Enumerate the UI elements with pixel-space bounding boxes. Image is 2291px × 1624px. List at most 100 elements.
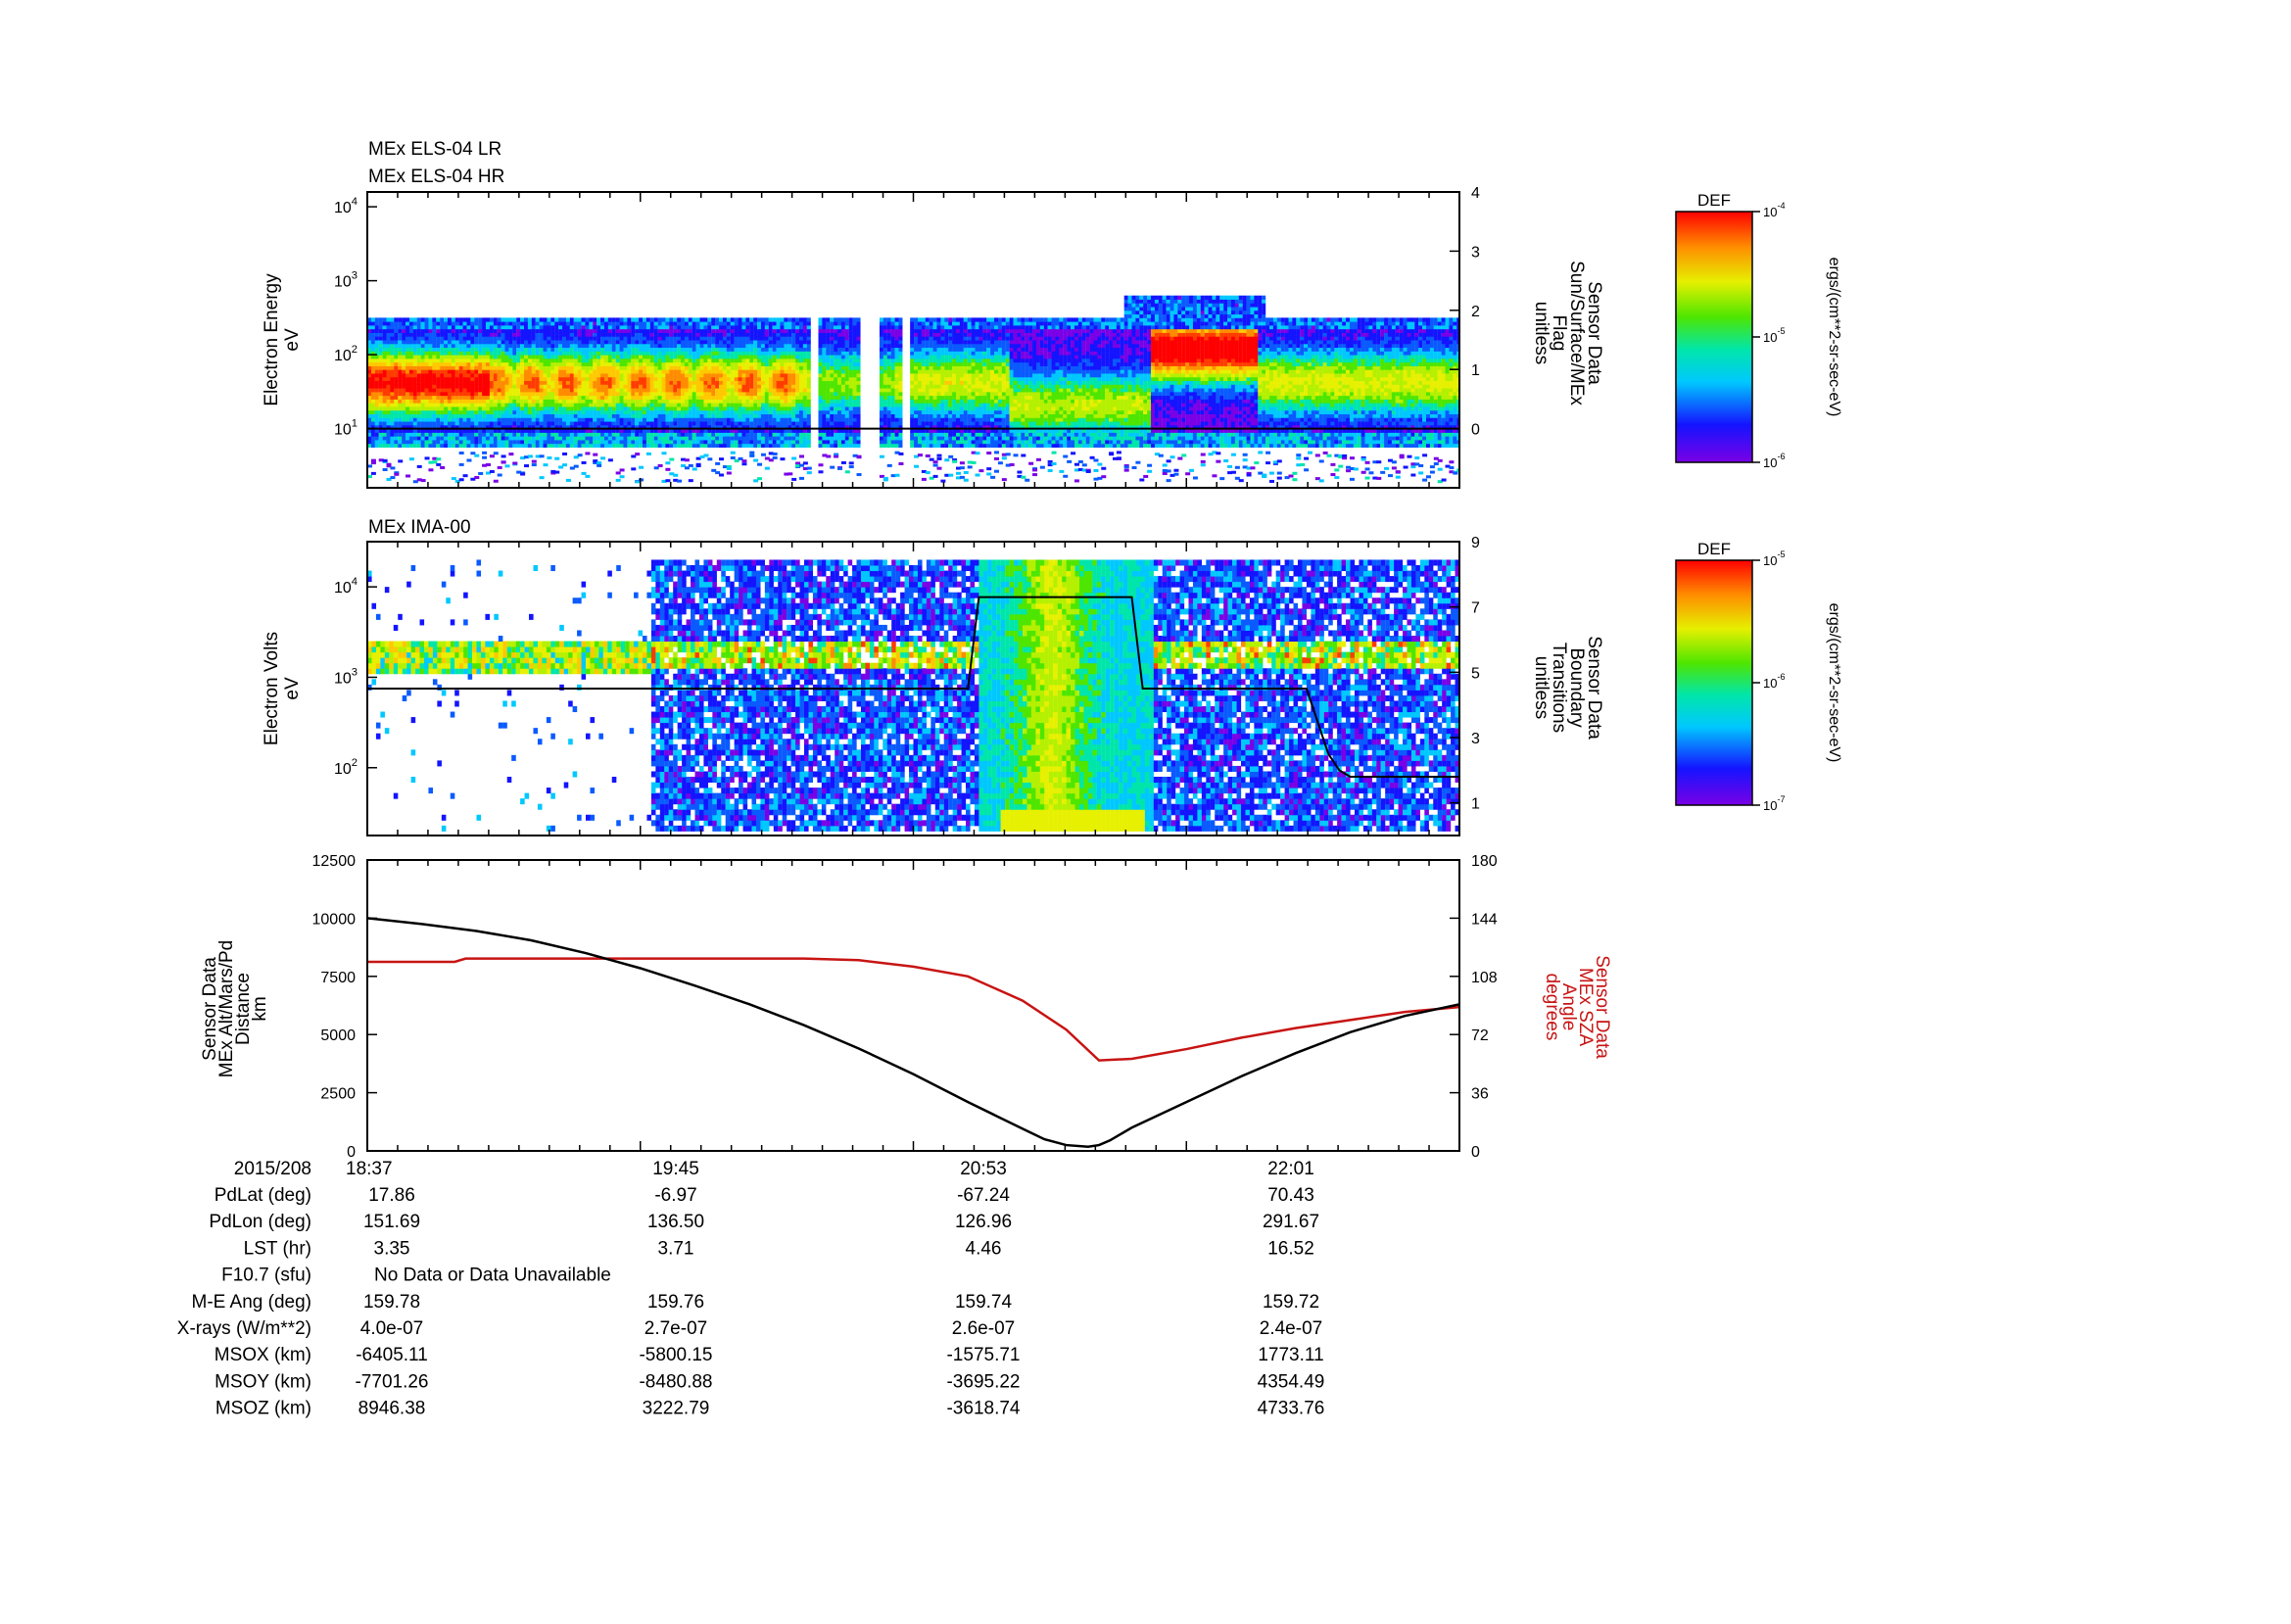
spectrogram-cell [444,361,449,366]
spectrogram-cell [527,395,532,400]
spectrogram-cell [454,409,459,414]
spectrogram-cell [688,432,692,437]
spectrogram-cell [504,321,509,326]
spectrogram-cell [565,421,570,426]
spectrogram-cell [440,443,445,448]
spectrogram-cell [914,399,919,404]
spectrogram-cell [581,369,586,374]
spectrogram-cell [692,361,696,366]
spectrogram-cell [688,436,692,441]
spectrogram-cell [466,343,471,349]
spectrogram-cell [516,432,521,437]
spectrogram-cell [497,317,501,322]
spectrogram-cell [497,376,501,382]
spectrogram-cell [382,399,387,404]
spectrogram-cell [516,413,521,418]
spectrogram-cell [665,317,670,322]
spectrogram-cell [493,413,498,418]
spectrogram-cell [639,384,644,389]
spectrogram-cell [444,355,449,359]
spectrogram-cell [501,343,505,349]
spectrogram-cell [917,443,922,448]
spectrogram-cell [402,369,406,374]
spectrogram-cell [474,380,479,385]
spectrogram-cell [726,417,731,422]
spectrogram-cell [619,391,624,397]
spectrogram-cell [573,324,578,330]
spectrogram-cell [603,321,608,326]
spectrogram-cell [852,391,857,397]
spectrogram-cell [677,413,682,418]
spectrogram-cell [585,388,590,393]
spectrogram-cell [715,399,720,404]
spectrogram-cell [681,406,686,411]
spectrogram-cell [406,369,410,374]
spectrogram-cell [673,340,678,345]
spectrogram-cell [489,388,494,393]
spectrogram-cell [898,417,903,422]
spectrogram-cell [910,409,915,414]
spectrogram-cell [440,336,445,341]
spectrogram-cell [593,436,597,441]
spectrogram-cell [914,376,919,382]
spectrogram-cell [565,343,570,349]
spectrogram-cell [569,376,574,382]
spectrogram-cell [772,328,777,333]
spectrogram-cell [482,376,487,382]
spectrogram-cell [581,399,586,404]
spectrogram-cell [547,443,551,448]
spectrogram-cell [642,443,646,448]
spectrogram-cell [768,406,773,411]
spectrogram-cell [489,324,494,330]
spectrogram-cell [795,406,800,411]
spectrogram-cell [894,388,899,393]
spectrogram-cell [837,365,842,370]
spectrogram-cell [822,384,827,389]
spectrogram-cell [603,355,608,359]
spectrogram-cell [695,417,700,422]
spectrogram-cell [408,399,413,404]
spectrogram-cell [402,432,406,437]
spectrogram-cell [834,347,838,352]
spectrogram-cell [539,358,544,363]
spectrogram-cell [692,328,696,333]
spectrogram-cell [661,358,666,363]
spectrogram-cell [589,395,594,400]
spectrogram-cell [558,369,563,374]
spectrogram-cell [639,388,644,393]
spectrogram-cell [898,332,903,337]
spectrogram-cell [478,376,483,382]
spectrogram-cell [830,376,835,382]
spectrogram-cell [615,436,620,441]
spectrogram-cell [520,409,525,414]
spectrogram-cell [394,443,399,448]
spectrogram-cell [910,361,915,366]
spectrogram-cell [760,417,765,422]
spectrogram-cell [436,340,441,345]
spectrogram-cell [649,417,654,422]
spectrogram-cell [830,365,835,370]
spectrogram-cell [597,413,601,418]
spectrogram-cell [416,436,421,441]
spectrogram-cell [416,321,421,326]
spectrogram-cell [879,406,883,411]
spectrogram-cell [558,443,563,448]
spectrogram-cell [657,336,662,341]
spectrogram-cell [798,343,803,349]
spectrogram-cell [788,351,792,356]
spectrogram-cell [478,332,483,337]
spectrogram-cell [642,384,646,389]
spectrogram-cell [784,347,788,352]
spectrogram-cell [834,317,838,322]
spectrogram-cell [826,409,831,414]
spectrogram-cell [894,413,899,418]
spectrogram-cell [615,439,620,445]
spectrogram-cell [757,432,762,437]
spectrogram-cell [879,413,883,418]
spectrogram-cell [394,340,399,345]
spectrogram-cell [726,347,731,352]
spectrogram-cell [394,436,399,441]
spectrogram-cell [535,332,540,337]
spectrogram-cell [370,406,375,411]
spectrogram-cell [382,358,387,363]
